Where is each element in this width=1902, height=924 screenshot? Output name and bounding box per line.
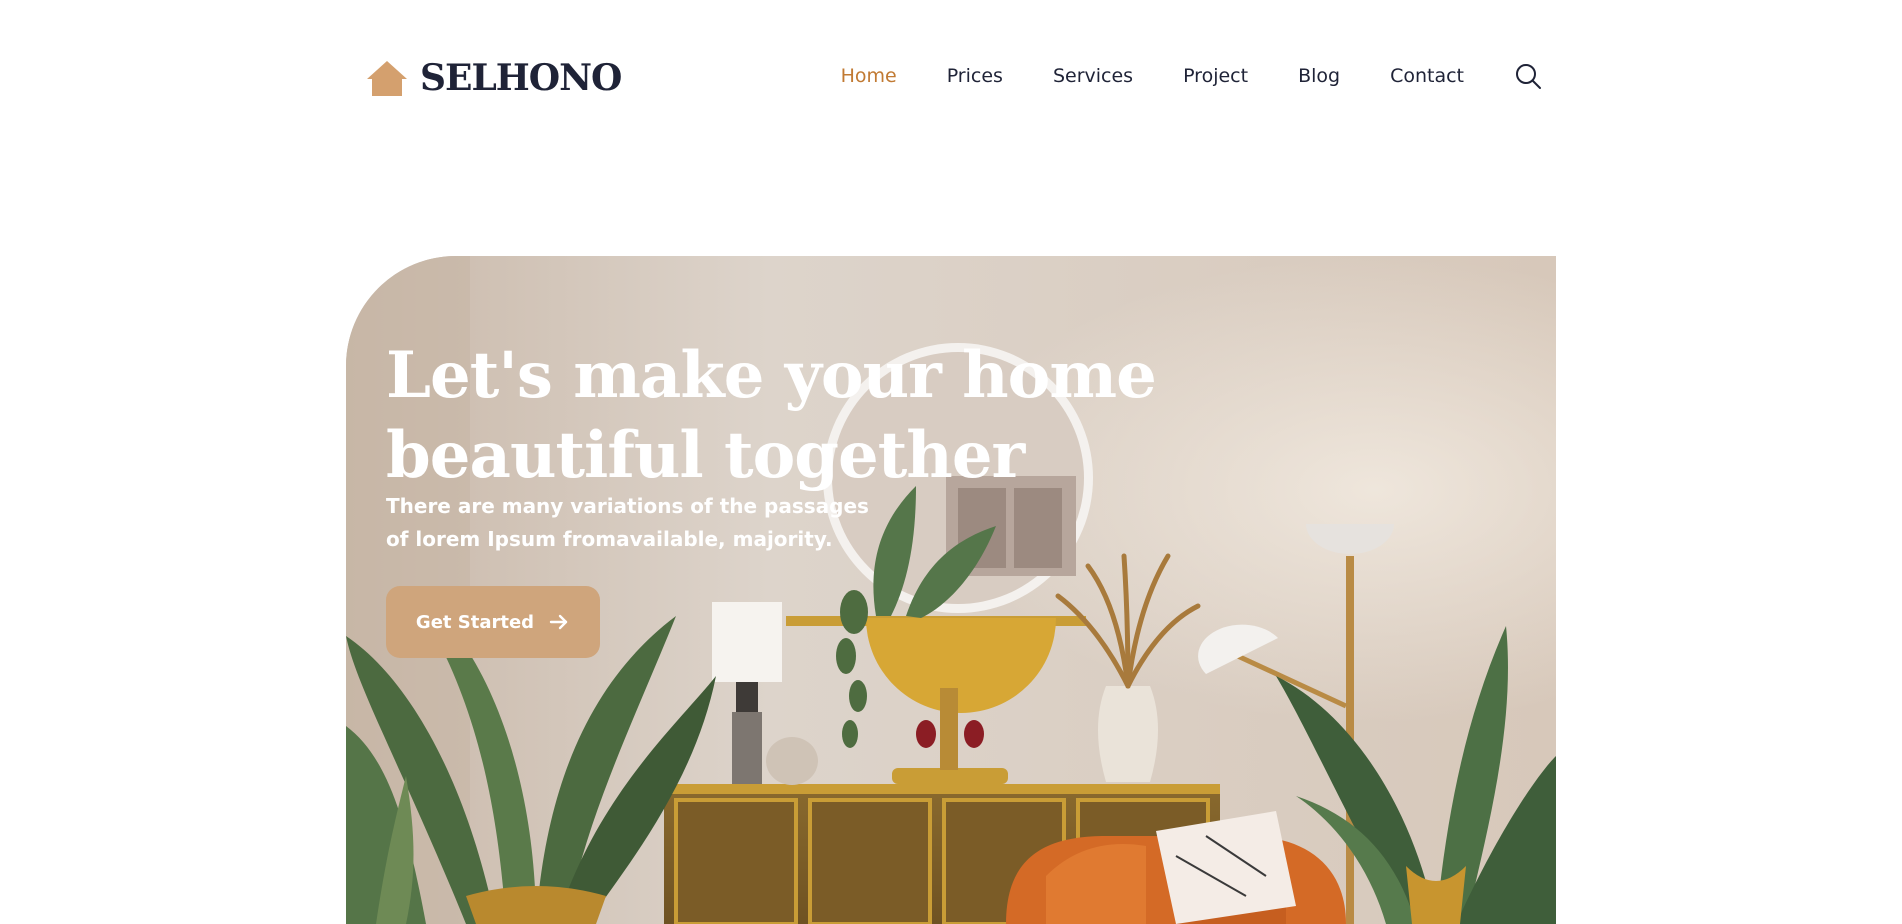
hero-title: Let's make your home beautiful together [386,336,1157,496]
brand-name: SELHONO [420,57,622,99]
search-icon[interactable] [1514,62,1542,90]
site-header: SELHONO Home Prices Services Project Blo… [0,0,1902,154]
hero-title-line-1: Let's make your home [386,338,1157,413]
house-icon [367,61,407,96]
nav-item-home[interactable]: Home [841,65,897,87]
hero-subtitle-line-1: There are many variations of the passage… [386,494,869,518]
hero-title-line-2: beautiful together [386,418,1025,493]
get-started-button[interactable]: Get Started [386,586,600,658]
get-started-label: Get Started [415,611,535,633]
main-nav: Home Prices Services Project Blog Contac… [791,62,1542,90]
nav-item-contact[interactable]: Contact [1390,65,1464,87]
brand-logo[interactable]: SELHONO [366,56,622,100]
hero-subtitle-line-2: of lorem Ipsum fromavailable, majority. [386,527,833,551]
nav-item-project[interactable]: Project [1183,65,1248,87]
hero-section: Let's make your home beautiful together … [346,256,1556,924]
hero-subtitle: There are many variations of the passage… [386,490,906,556]
nav-item-blog[interactable]: Blog [1298,65,1340,87]
nav-item-prices[interactable]: Prices [947,65,1003,87]
arrow-right-icon [549,614,568,630]
nav-item-services[interactable]: Services [1053,65,1133,87]
